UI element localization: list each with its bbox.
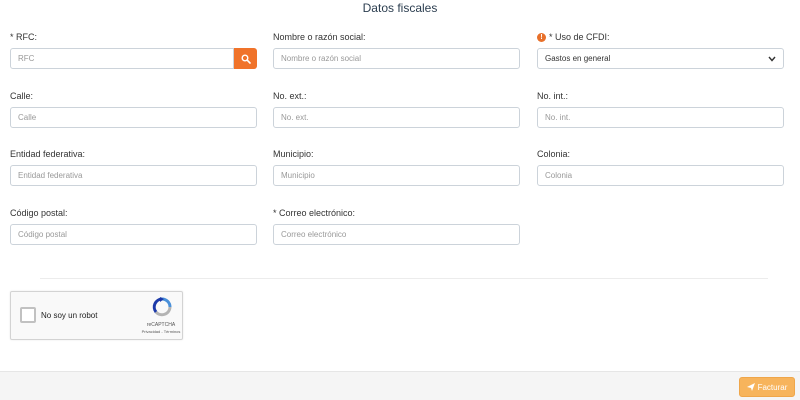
no-ext-label: No. ext.: xyxy=(273,91,307,101)
rfc-search-button[interactable] xyxy=(234,48,257,69)
correo-label: * Correo electrónico: xyxy=(273,208,356,218)
entidad-label: Entidad federativa: xyxy=(10,149,86,159)
calle-field: Calle: Calle xyxy=(10,90,257,128)
uso-cfdi-label: * Uso de CFDI: xyxy=(549,32,610,42)
no-int-label: No. int.: xyxy=(537,91,569,101)
recaptcha-label: No soy un robot xyxy=(41,311,98,320)
recaptcha-logo-icon xyxy=(152,297,172,317)
no-ext-input[interactable]: No. ext. xyxy=(273,107,520,128)
rfc-label: * RFC: xyxy=(10,32,37,42)
colonia-input[interactable]: Colonia xyxy=(537,165,784,186)
razon-social-label: Nombre o razón social: xyxy=(273,32,366,42)
form-footer: Facturar xyxy=(0,371,800,400)
rfc-input[interactable]: RFC xyxy=(10,48,234,69)
recaptcha-checkbox[interactable] xyxy=(20,307,36,323)
recaptcha-terms-link[interactable]: Privacidad - Términos xyxy=(131,329,191,334)
calle-label: Calle: xyxy=(10,91,34,101)
facturar-button-label: Facturar xyxy=(757,382,788,392)
no-int-field: No. int.: No. int. xyxy=(537,90,784,128)
paper-plane-icon xyxy=(746,383,755,391)
calle-input[interactable]: Calle xyxy=(10,107,257,128)
rfc-input-group: RFC xyxy=(10,48,257,69)
recaptcha-brand: reCAPTCHA xyxy=(146,322,176,328)
municipio-field: Municipio: Municipio xyxy=(273,148,520,186)
entidad-input[interactable]: Entidad federativa xyxy=(10,165,257,186)
correo-field: * Correo electrónico: Correo electrónico xyxy=(273,207,520,245)
colonia-label: Colonia: xyxy=(537,149,571,159)
no-ext-field: No. ext.: No. ext. xyxy=(273,90,520,128)
chevron-down-icon xyxy=(768,56,776,62)
codigo-postal-label: Código postal: xyxy=(10,208,68,218)
search-icon xyxy=(241,54,251,64)
razon-social-input[interactable]: Nombre o razón social xyxy=(273,48,520,69)
codigo-postal-input[interactable]: Código postal xyxy=(10,224,257,245)
rfc-field: * RFC: RFC xyxy=(10,31,257,69)
colonia-field: Colonia: Colonia xyxy=(537,148,784,186)
no-int-input[interactable]: No. int. xyxy=(537,107,784,128)
uso-cfdi-field: ! * Uso de CFDI: Gastos en general xyxy=(537,31,784,69)
page-title: Datos fiscales xyxy=(362,1,438,15)
recaptcha-widget: No soy un robot reCAPTCHA Privacidad - T… xyxy=(10,291,183,340)
uso-cfdi-selected-value: Gastos en general xyxy=(545,54,611,63)
uso-cfdi-label-row: ! * Uso de CFDI: xyxy=(537,31,784,43)
correo-input[interactable]: Correo electrónico xyxy=(273,224,520,245)
uso-cfdi-select[interactable]: Gastos en general xyxy=(537,48,784,69)
facturar-button[interactable]: Facturar xyxy=(739,377,795,397)
section-divider xyxy=(40,278,768,279)
entidad-field: Entidad federativa: Entidad federativa xyxy=(10,148,257,186)
codigo-postal-field: Código postal: Código postal xyxy=(10,207,257,245)
municipio-input[interactable]: Municipio xyxy=(273,165,520,186)
exclamation-circle-icon[interactable]: ! xyxy=(537,32,546,42)
municipio-label: Municipio: xyxy=(273,149,314,159)
razon-social-field: Nombre o razón social: Nombre o razón so… xyxy=(273,31,520,69)
